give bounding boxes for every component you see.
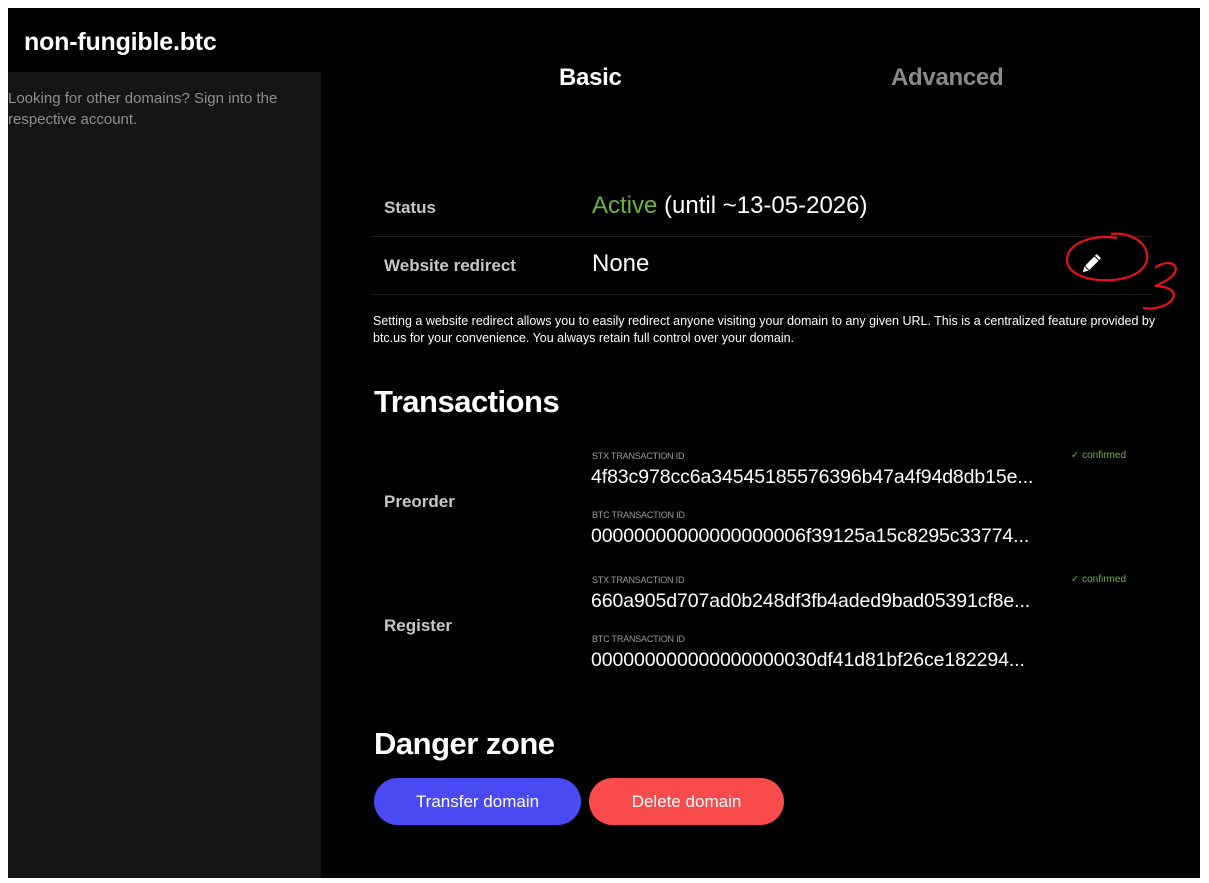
danger-zone-heading: Danger zone: [374, 726, 555, 761]
delete-domain-button[interactable]: Delete domain: [589, 778, 784, 825]
preorder-btc-caption: BTC TRANSACTION ID: [592, 510, 685, 520]
redirect-help-text: Setting a website redirect allows you to…: [373, 314, 1156, 345]
register-stx-id[interactable]: 660a905d707ad0b248df3fb4aded9bad05391cf8…: [591, 590, 1136, 613]
tab-basic[interactable]: Basic: [559, 64, 622, 92]
sidebar-hint: Looking for other domains? Sign into the…: [8, 90, 278, 128]
app-window: non-fungible.btc Looking for other domai…: [8, 8, 1200, 878]
status-until-text: (until ~13-05-2026): [657, 192, 868, 219]
website-redirect-value: None: [592, 250, 650, 277]
website-redirect-label: Website redirect: [384, 256, 516, 275]
checkmark-icon: ✓: [1070, 450, 1083, 461]
transfer-domain-button[interactable]: Transfer domain: [374, 778, 581, 825]
status-label: Status: [384, 198, 436, 217]
register-stx-caption: STX TRANSACTION ID: [592, 575, 685, 585]
annotation-circle-mark: [1065, 232, 1177, 310]
register-btc-id[interactable]: 000000000000000000030df41d81bf26ce182294…: [591, 649, 1136, 672]
register-label: Register: [384, 616, 453, 635]
preorder-stx-status: ✓ confirmed: [1070, 450, 1126, 461]
preorder-label: Preorder: [384, 492, 455, 511]
preorder-stx-id[interactable]: 4f83c978cc6a34545185576396b47a4f94d8db15…: [591, 466, 1136, 489]
sidebar: non-fungible.btc Looking for other domai…: [8, 8, 321, 878]
register-stx-status: ✓ confirmed: [1070, 574, 1126, 585]
status-active-text: Active: [592, 192, 658, 219]
status-value: Active (until ~13-05-2026): [592, 192, 868, 220]
preorder-btc-id[interactable]: 00000000000000000006f39125a15c8295c33774…: [591, 525, 1136, 548]
tab-advanced[interactable]: Advanced: [891, 64, 1004, 92]
transactions-heading: Transactions: [374, 384, 560, 419]
checkmark-icon: ✓: [1070, 574, 1083, 585]
preorder-stx-caption: STX TRANSACTION ID: [592, 451, 685, 461]
website-redirect-row: Website redirect None: [373, 236, 1152, 295]
register-btc-caption: BTC TRANSACTION ID: [592, 634, 685, 644]
sidebar-domain-name[interactable]: non-fungible.btc: [8, 8, 321, 72]
status-row: Status Active (until ~13-05-2026): [373, 178, 1152, 237]
